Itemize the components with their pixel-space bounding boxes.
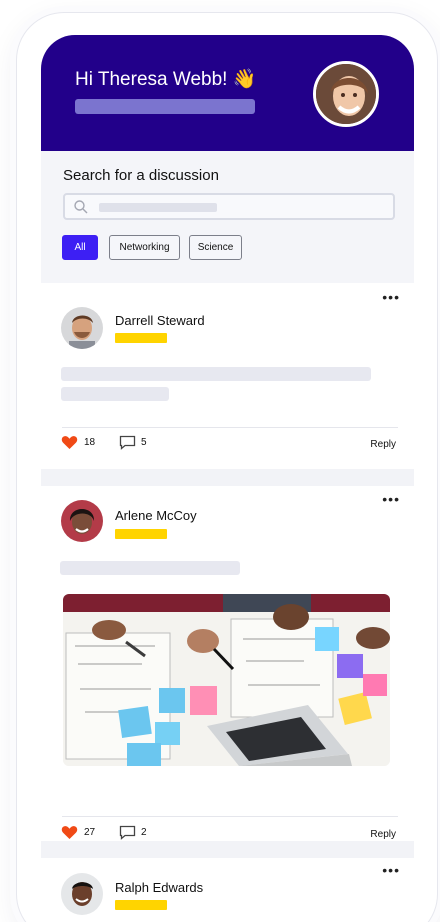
user-avatar[interactable] [313, 61, 379, 127]
like-count: 27 [84, 827, 96, 838]
post-text-placeholder [61, 387, 169, 401]
comment-icon[interactable] [119, 825, 136, 840]
author-avatar-image [61, 873, 103, 915]
comment-count: 5 [141, 437, 147, 448]
author-avatar-image [61, 500, 103, 542]
search-icon [74, 200, 88, 214]
heart-icon[interactable] [61, 825, 78, 840]
more-options-icon[interactable]: ••• [382, 289, 400, 305]
post-divider [62, 816, 398, 817]
filter-chip-science[interactable]: Science [189, 235, 242, 260]
author-avatar-image [61, 307, 103, 349]
author-name: Ralph Edwards [115, 880, 204, 895]
author-name: Darrell Steward [115, 313, 205, 328]
comment-count: 2 [141, 827, 147, 838]
author-badge-placeholder [115, 333, 167, 343]
phone-frame: Hi Theresa Webb! 👋 Search for a discussi… [16, 12, 438, 922]
more-options-icon[interactable]: ••• [382, 491, 400, 507]
search-input[interactable] [63, 193, 395, 220]
reply-button[interactable]: Reply [370, 439, 396, 450]
post-image[interactable] [63, 594, 390, 766]
greeting-subtitle-placeholder [75, 99, 255, 114]
author-badge-placeholder [115, 900, 167, 910]
discussion-post: ••• Arlene McCoy 27 2 Reply [41, 486, 414, 841]
author-name: Arlene McCoy [115, 508, 197, 523]
discussion-post: ••• Darrell Steward 18 5 Reply [41, 289, 414, 469]
search-section: Search for a discussion All Networking S… [41, 151, 414, 283]
author-badge-placeholder [115, 529, 167, 539]
heart-icon[interactable] [61, 435, 78, 450]
filter-chip-all[interactable]: All [62, 235, 98, 260]
author-avatar[interactable] [61, 873, 103, 915]
post-separator [41, 469, 414, 486]
app-screen: Hi Theresa Webb! 👋 Search for a discussi… [41, 35, 414, 922]
filter-chip-networking[interactable]: Networking [109, 235, 180, 260]
discussion-post: ••• Ralph Edwards [41, 858, 414, 922]
search-title: Search for a discussion [63, 167, 219, 184]
user-avatar-image [316, 64, 376, 124]
post-divider [62, 427, 398, 428]
comment-icon[interactable] [119, 435, 136, 450]
post-text-placeholder [61, 367, 371, 381]
post-separator [41, 841, 414, 858]
author-avatar[interactable] [61, 500, 103, 542]
profile-header: Hi Theresa Webb! 👋 [41, 35, 414, 151]
search-placeholder [99, 203, 217, 212]
author-avatar[interactable] [61, 307, 103, 349]
reply-button[interactable]: Reply [370, 829, 396, 840]
more-options-icon[interactable]: ••• [382, 862, 400, 878]
workshop-image [63, 594, 390, 766]
post-text-placeholder [60, 561, 240, 575]
like-count: 18 [84, 437, 96, 448]
greeting-text: Hi Theresa Webb! 👋 [75, 69, 257, 90]
